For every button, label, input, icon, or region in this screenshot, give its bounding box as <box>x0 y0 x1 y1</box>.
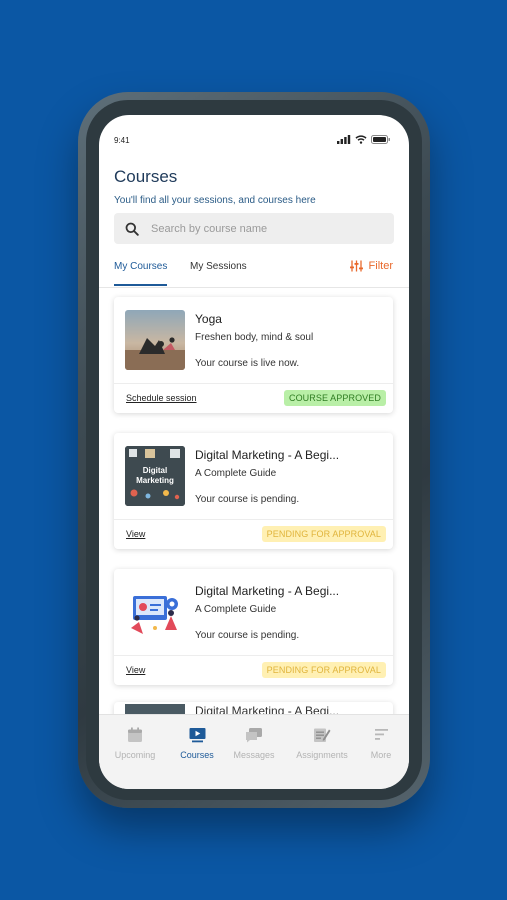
view-link[interactable]: View <box>126 665 145 675</box>
status-badge: PENDING FOR APPROVAL <box>261 662 386 678</box>
chat-icon <box>246 728 262 743</box>
page-subtitle: You'll find all your sessions, and cours… <box>114 195 316 206</box>
schedule-session-link[interactable]: Schedule session <box>126 393 197 403</box>
course-list: Yoga Freshen body, mind & soul Your cour… <box>99 287 409 715</box>
status-badge: COURSE APPROVED <box>283 390 386 406</box>
course-title: Digital Marketing - A Begi... <box>195 584 340 598</box>
course-thumbnail-digital-marketing: Digital Marketing <box>125 446 185 506</box>
course-tabs: My Courses My Sessions Filter <box>99 255 409 288</box>
status-icons <box>337 135 391 144</box>
course-title: Yoga <box>195 312 222 326</box>
course-subtitle: A Complete Guide <box>195 468 277 479</box>
card-divider <box>114 519 393 520</box>
course-card[interactable]: Digital Marketing - A Begi... A Complete… <box>114 569 393 685</box>
filter-sliders-icon <box>349 260 363 272</box>
course-subtitle: A Complete Guide <box>195 604 277 615</box>
card-divider <box>114 383 393 384</box>
course-title: Digital Marketing - A Begi... <box>195 448 340 462</box>
nav-upcoming[interactable]: Upcoming <box>104 727 166 760</box>
menu-lines-icon <box>374 729 388 740</box>
tab-my-sessions[interactable]: My Sessions <box>190 261 247 272</box>
course-thumbnail-yoga <box>125 310 185 370</box>
search-icon <box>125 222 139 236</box>
filter-label: Filter <box>368 260 393 272</box>
search-bar[interactable] <box>114 213 394 244</box>
phone-frame: 9:41 Courses You'll find all your sessio… <box>78 92 430 808</box>
course-subtitle: Freshen body, mind & soul <box>195 332 314 343</box>
nav-label: More <box>370 750 392 760</box>
nav-label: Assignments <box>296 750 348 760</box>
calendar-icon <box>128 727 142 742</box>
play-screen-icon <box>189 728 205 743</box>
nav-label: Courses <box>180 750 214 760</box>
active-tab-indicator <box>114 284 167 286</box>
nav-assignments[interactable]: Assignments <box>291 727 353 760</box>
tab-my-courses[interactable]: My Courses <box>114 261 167 272</box>
status-bar: 9:41 <box>99 115 409 145</box>
nav-courses[interactable]: Courses <box>166 727 228 760</box>
app-screen: 9:41 Courses You'll find all your sessio… <box>99 115 409 789</box>
page-title: Courses <box>114 167 178 186</box>
course-status: Your course is pending. <box>195 630 300 641</box>
edit-document-icon <box>314 728 331 742</box>
status-badge: PENDING FOR APPROVAL <box>261 526 386 542</box>
card-divider <box>114 655 393 656</box>
cellular-signal-icon <box>337 135 351 144</box>
bottom-navigation: Upcoming Courses Messages Assignments Mo… <box>99 714 409 789</box>
course-thumbnail-marketing-illustration <box>125 582 185 642</box>
filter-button[interactable]: Filter <box>349 260 393 272</box>
status-time: 9:41 <box>114 136 130 145</box>
phone-bezel: 9:41 Courses You'll find all your sessio… <box>86 100 422 800</box>
course-card[interactable]: Yoga Freshen body, mind & soul Your cour… <box>114 297 393 413</box>
battery-icon <box>371 135 390 144</box>
course-status: Your course is pending. <box>195 494 300 505</box>
course-status: Your course is live now. <box>195 358 300 369</box>
nav-more[interactable]: More <box>350 727 409 760</box>
nav-messages[interactable]: Messages <box>223 727 285 760</box>
wifi-icon <box>355 135 367 144</box>
view-link[interactable]: View <box>126 529 145 539</box>
search-input[interactable] <box>149 221 383 236</box>
nav-label: Upcoming <box>114 750 156 760</box>
thumbnail-caption: Digital Marketing <box>136 466 174 485</box>
nav-label: Messages <box>233 750 275 760</box>
course-card[interactable]: Digital Marketing Digital Marketing - A … <box>114 433 393 549</box>
